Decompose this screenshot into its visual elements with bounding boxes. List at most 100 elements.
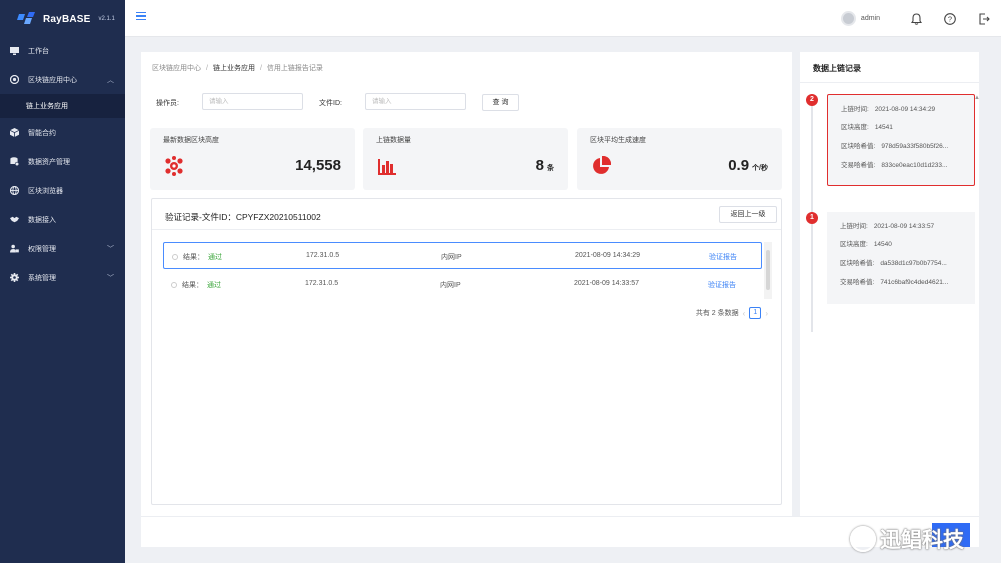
- chevron-down-icon: ﹀: [107, 275, 114, 282]
- tx-hash-value: 741c6baf9c4ded4621...: [880, 279, 949, 286]
- row-dot-icon: [171, 282, 177, 288]
- tx-hash-label: 交易哈希值:: [841, 162, 876, 169]
- sidebar-item-system[interactable]: 系统管理 ﹀: [0, 263, 125, 292]
- chain-record-card[interactable]: 上链时间: 2021-08-09 14:34:29 区块高度: 14541 区块哈希…: [827, 94, 975, 186]
- main-panel: 区块链应用中心 / 链上业务应用 / 信用上链报告记录 操作员: 请输入 文件ID: 请…: [141, 52, 792, 547]
- stat-title: 上链数据量: [376, 137, 411, 144]
- next-page-icon[interactable]: ›: [765, 309, 768, 318]
- breadcrumb-item[interactable]: 链上业务应用: [213, 65, 255, 72]
- logo-mark-icon: [17, 12, 39, 26]
- app-version: v2.1.1: [98, 16, 115, 22]
- table-row[interactable]: 结果： 通过 172.31.0.5 内网IP 2021-08-09 14:34:…: [163, 242, 762, 269]
- breadcrumb-item[interactable]: 区块链应用中心: [152, 65, 201, 72]
- verification-records: 验证记录-文件ID：CPYFZX20210511002 返回上一级 结果： 通过…: [151, 198, 782, 505]
- result-value: 通过: [208, 254, 222, 261]
- stat-value: 0.9 个/秒: [728, 157, 768, 174]
- sidebar-item-block-explorer[interactable]: 区块浏览器: [0, 176, 125, 205]
- stat-value: 14,558: [295, 157, 341, 174]
- page-number[interactable]: 1: [749, 307, 762, 319]
- stat-title: 区块平均生成速度: [590, 137, 646, 144]
- user-lock-icon: [10, 244, 19, 253]
- back-button[interactable]: 返回上一级: [719, 206, 777, 223]
- stat-value: 8条: [535, 157, 554, 174]
- sidebar-item-label: 数据接入: [28, 216, 56, 224]
- app-logo[interactable]: RayBASE v2.1.1: [0, 0, 125, 38]
- file-id-input[interactable]: 请输入: [365, 93, 466, 110]
- pie-chart-icon: [591, 155, 612, 176]
- watermark-text: 迅鲳科技: [880, 529, 964, 552]
- sidebar-item-permission[interactable]: 权限管理 ﹀: [0, 234, 125, 263]
- menu-fold-icon[interactable]: [136, 12, 146, 22]
- chevron-up-icon: ︿: [107, 77, 114, 84]
- tx-hash-label: 交易哈希值:: [840, 279, 875, 286]
- chevron-down-icon: ﹀: [107, 246, 114, 253]
- breadcrumb-item-current: 信用上链报告记录: [266, 65, 323, 72]
- height-value: 14540: [873, 241, 892, 248]
- time-value: 2021-08-09 14:34:29: [874, 106, 936, 113]
- block-hash-label: 区块哈希值:: [840, 260, 875, 267]
- molecule-icon: [164, 156, 184, 176]
- sidebar: RayBASE v2.1.1 工作台 区块链应用中心 ︿ 链上业务应用 智能合约: [0, 0, 125, 563]
- sidebar-item-data-access[interactable]: 数据接入: [0, 205, 125, 234]
- stat-card-block-height: 最新数据区块高度 14,558: [150, 128, 355, 190]
- prev-page-icon[interactable]: ‹: [743, 309, 746, 318]
- sidebar-item-label: 工作台: [28, 47, 49, 55]
- records-scrollbar[interactable]: [764, 242, 772, 299]
- watermark: 迅鲳科技: [850, 524, 964, 554]
- operator-input[interactable]: 请输入: [202, 93, 303, 110]
- sidebar-item-data-assets[interactable]: 数据资产管理: [0, 147, 125, 176]
- workspace-icon: [10, 46, 19, 55]
- height-label: 区块高度:: [841, 124, 869, 131]
- result-value: 通过: [207, 282, 221, 289]
- tx-hash-value: 833ce0eac10d1d233...: [881, 162, 948, 169]
- record-time: 2021-08-09 14:34:29: [575, 252, 640, 259]
- block-hash-value: da538d1c97b0b7754...: [880, 260, 947, 267]
- logout-icon[interactable]: [967, 0, 1001, 37]
- sidebar-item-workspace[interactable]: 工作台: [0, 36, 125, 65]
- ip-type: 内网IP: [441, 254, 462, 261]
- height-label: 区块高度:: [840, 241, 868, 248]
- block-hash-value: 978d59a33f580b5f26...: [881, 143, 949, 150]
- stats-row: 最新数据区块高度 14,558 上链数据量 8条 区块平均生成速度 0.9 个/秒: [150, 128, 782, 190]
- ip-address: 172.31.0.5: [305, 280, 339, 287]
- timeline-badge: 1: [806, 212, 818, 224]
- app-name: RayBASE: [43, 13, 91, 25]
- panel-scrollbar[interactable]: ▲: [973, 95, 980, 515]
- height-value: 14541: [874, 124, 893, 131]
- records-list: 结果： 通过 172.31.0.5 内网IP 2021-08-09 14:34:…: [163, 242, 772, 299]
- sidebar-item-smart-contract[interactable]: 智能合约: [0, 118, 125, 147]
- bell-icon[interactable]: [899, 0, 933, 37]
- globe-icon: [10, 186, 19, 195]
- time-label: 上链时间:: [840, 223, 868, 230]
- handshake-icon: [10, 215, 19, 224]
- verify-report-link[interactable]: 验证报告: [709, 252, 737, 262]
- cube-icon: [10, 128, 19, 137]
- divider: [152, 229, 781, 230]
- sidebar-subitem-chain-business-app[interactable]: 链上业务应用: [0, 94, 125, 118]
- chain-record-card[interactable]: 上链时间: 2021-08-09 14:33:57 区块高度: 14540 区块哈希…: [827, 212, 975, 304]
- username[interactable]: admin: [861, 15, 880, 22]
- records-title: 验证记录-文件ID：CPYFZX20210511002: [165, 212, 321, 222]
- chain-app-icon: [10, 75, 19, 84]
- svg-text:?: ?: [948, 14, 952, 23]
- time-value: 2021-08-09 14:33:57: [873, 223, 935, 230]
- verify-report-link[interactable]: 验证报告: [708, 280, 736, 290]
- file-id-label: 文件ID:: [319, 100, 342, 107]
- stat-card-block-speed: 区块平均生成速度 0.9 个/秒: [577, 128, 782, 190]
- avatar[interactable]: [840, 11, 856, 26]
- stat-title: 最新数据区块高度: [163, 137, 219, 144]
- sidebar-item-chain-app-center[interactable]: 区块链应用中心 ︿: [0, 65, 125, 94]
- operator-label: 操作员:: [156, 100, 179, 107]
- pager-total: 共有 2 条数据: [695, 310, 739, 317]
- ip-address: 172.31.0.5: [306, 252, 340, 259]
- row-dot-icon: [172, 254, 178, 260]
- query-button[interactable]: 查 询: [482, 94, 519, 111]
- table-row[interactable]: 结果： 通过 172.31.0.5 内网IP 2021-08-09 14:33:…: [163, 271, 762, 298]
- bar-chart-icon: [377, 156, 397, 176]
- database-icon: [10, 157, 19, 166]
- stat-unit: 条: [547, 165, 554, 172]
- help-icon[interactable]: ?: [933, 0, 967, 37]
- gear-icon: [10, 273, 19, 282]
- pagination: 共有 2 条数据 ‹ 1 ›: [696, 307, 768, 319]
- breadcrumb: 区块链应用中心 / 链上业务应用 / 信用上链报告记录: [152, 65, 323, 72]
